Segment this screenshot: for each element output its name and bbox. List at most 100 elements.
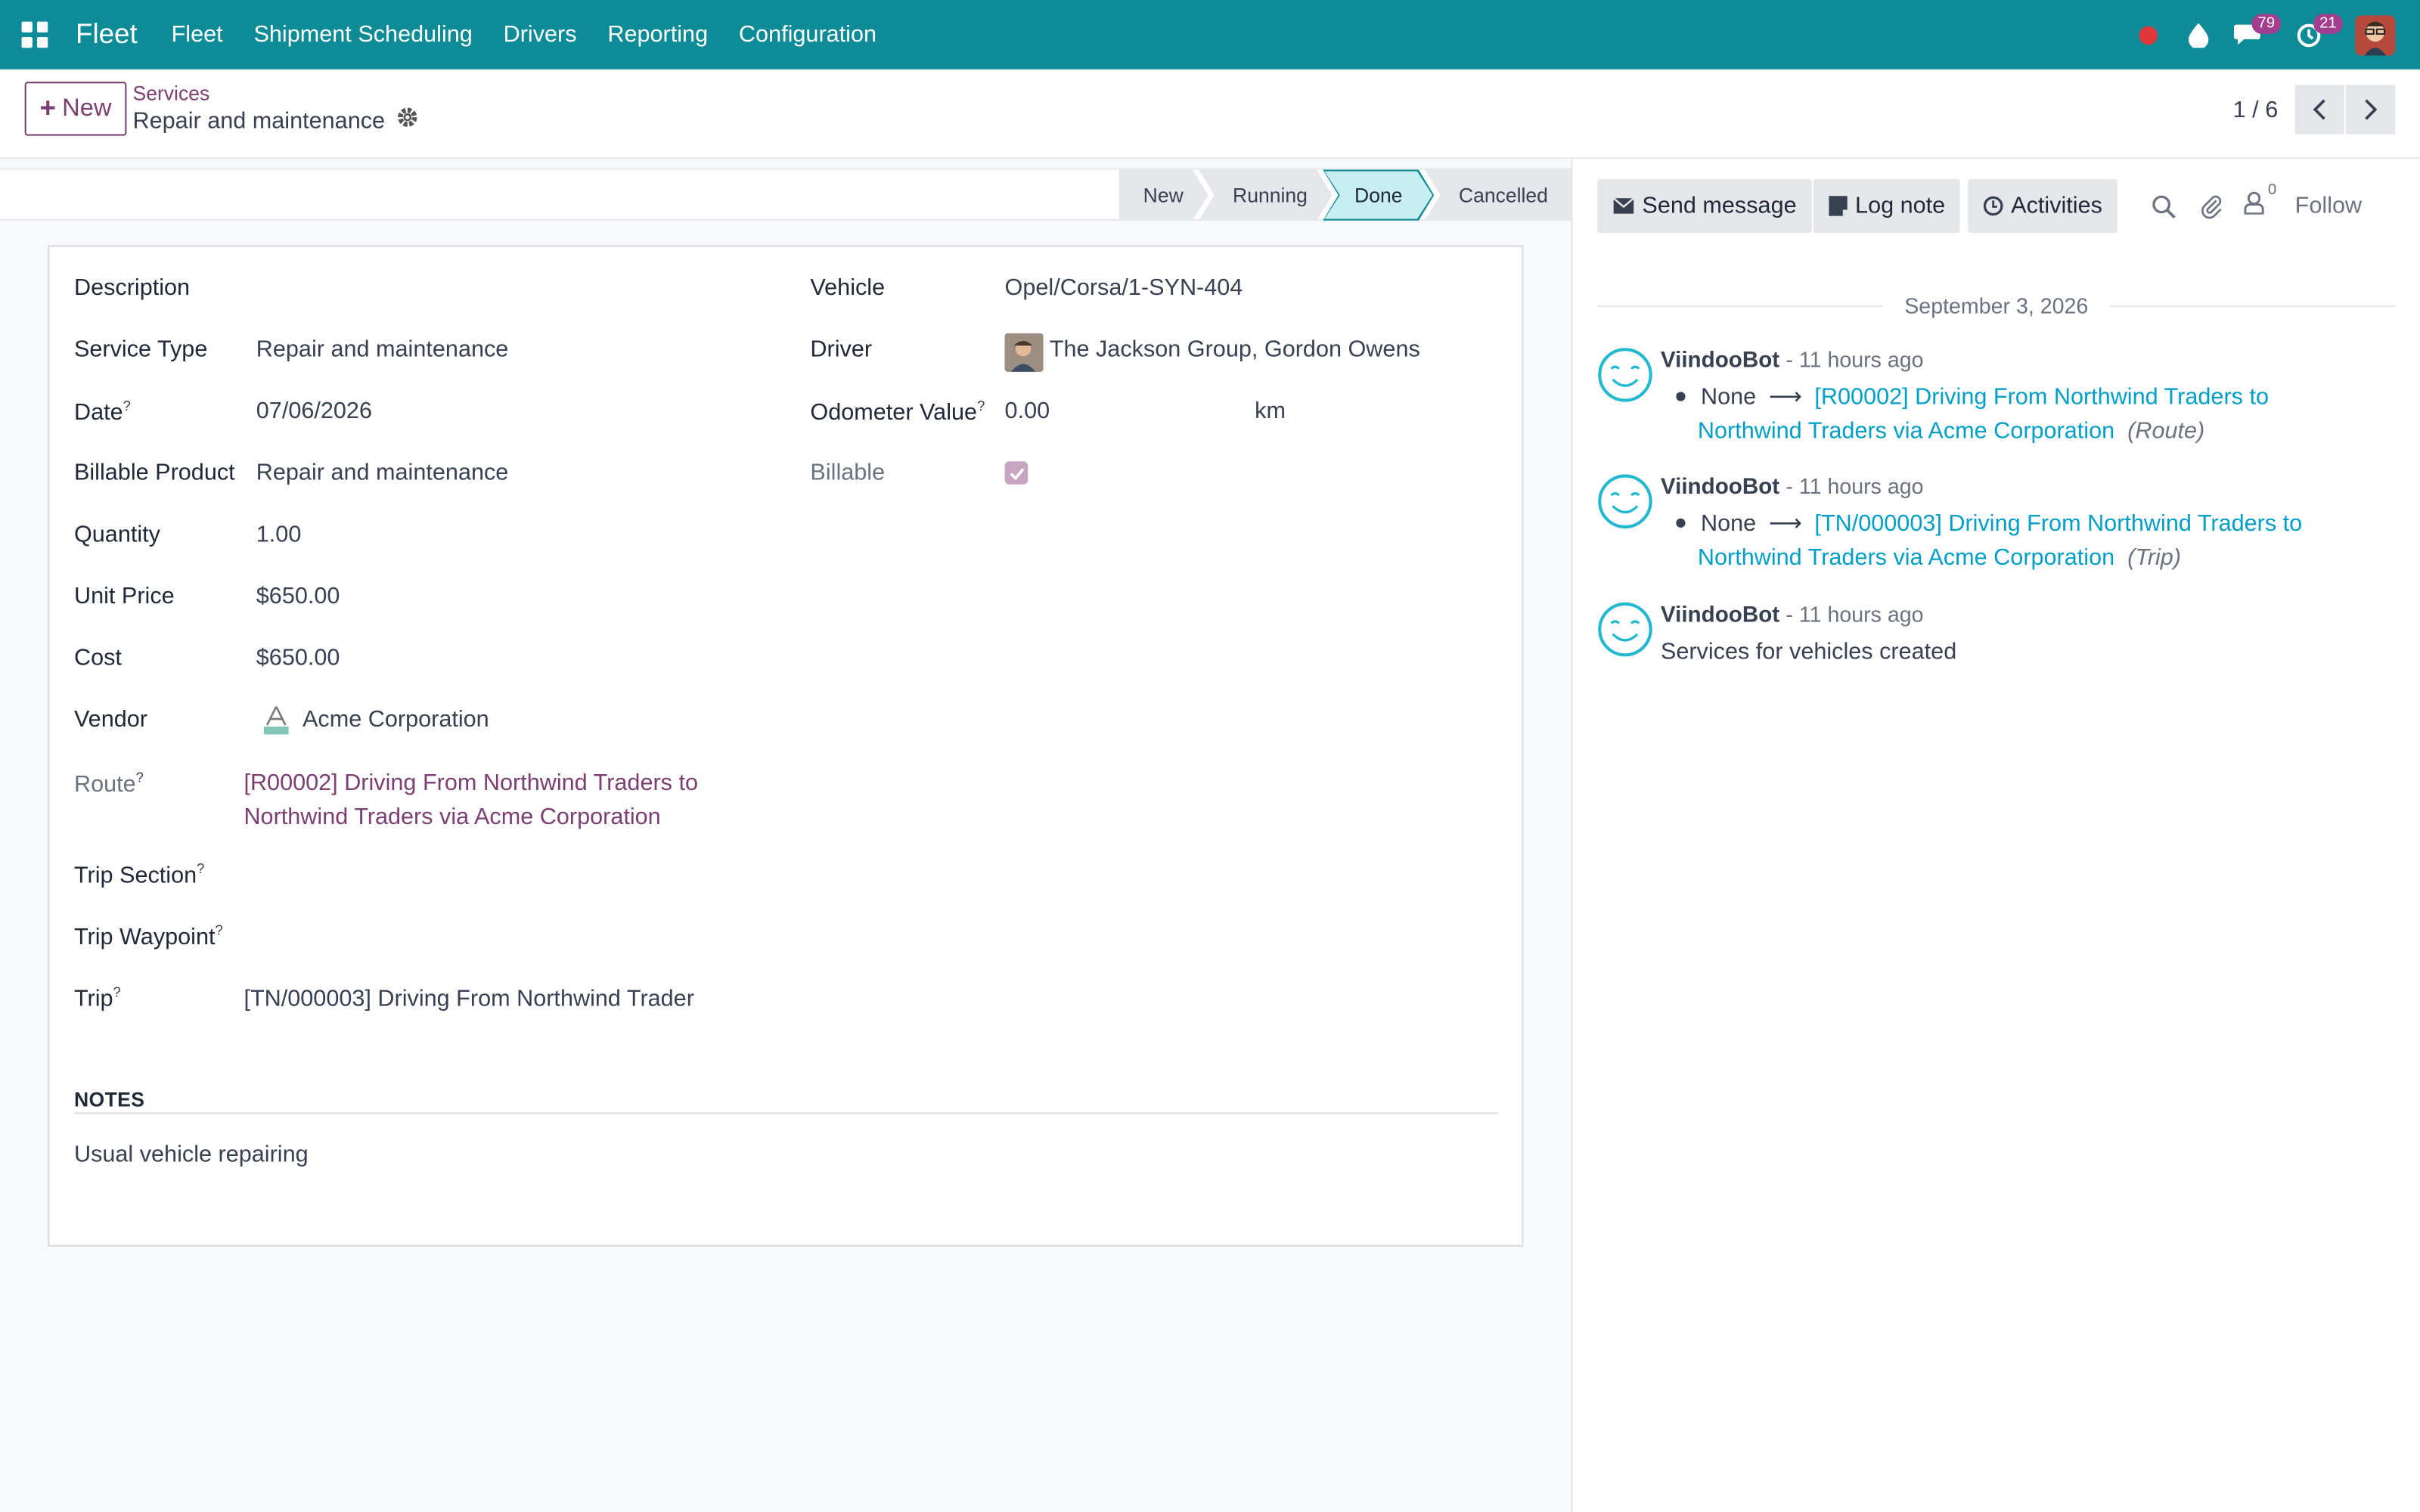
- service-type-field[interactable]: Repair and maintenance: [256, 336, 509, 363]
- help-tooltip-icon[interactable]: ?: [136, 770, 144, 785]
- help-tooltip-icon[interactable]: ?: [197, 861, 204, 876]
- tracking-new-value-link[interactable]: [R00002] Driving From Northwind Traders …: [1814, 384, 2269, 411]
- top-navbar: Fleet Fleet Shipment Scheduling Drivers …: [0, 0, 2420, 70]
- activities-icon[interactable]: 21: [2284, 0, 2343, 70]
- menu-drivers[interactable]: Drivers: [488, 22, 592, 48]
- note-icon: [1829, 196, 1848, 216]
- paperclip-icon[interactable]: [2201, 194, 2223, 218]
- status-bar: New Running Done Cancelled: [0, 168, 1573, 221]
- help-tooltip-icon[interactable]: ?: [977, 398, 985, 414]
- cost-field[interactable]: $650.00: [256, 645, 340, 671]
- arrow-right-icon: ⟶: [1768, 510, 1802, 538]
- activities-button[interactable]: Activities: [1968, 178, 2118, 234]
- log-note-button[interactable]: Log note: [1813, 178, 1961, 234]
- new-button[interactable]: + New: [24, 82, 127, 136]
- notes-text[interactable]: Usual vehicle repairing: [74, 1142, 309, 1168]
- new-button-label: New: [62, 94, 112, 122]
- chatter-message: ViindooBot - 11 hours ago None ⟶ [TN/000…: [1597, 474, 2395, 582]
- tracking-field-name: (Trip): [2127, 544, 2182, 572]
- messages-icon[interactable]: 79: [2223, 0, 2282, 70]
- tracking-new-value-link-line2[interactable]: Northwind Traders via Acme Corporation: [1698, 418, 2114, 445]
- stage-cancelled[interactable]: Cancelled: [1425, 169, 1573, 221]
- billable-product-field[interactable]: Repair and maintenance: [256, 460, 509, 486]
- help-tooltip-icon[interactable]: ?: [216, 922, 223, 937]
- water-drop-icon[interactable]: [2173, 0, 2222, 70]
- menu-fleet[interactable]: Fleet: [156, 22, 238, 48]
- message-time: - 11 hours ago: [1786, 473, 1924, 499]
- help-tooltip-icon[interactable]: ?: [113, 984, 121, 999]
- stage-done[interactable]: Done: [1323, 169, 1434, 220]
- activities-label: Activities: [2011, 193, 2102, 219]
- pager-previous-button[interactable]: [2294, 85, 2344, 135]
- arrow-right-icon: ⟶: [1768, 384, 1802, 411]
- date-label: Date?: [74, 398, 131, 426]
- checkmark-icon: [1009, 467, 1024, 479]
- message-body: None ⟶ [R00002] Driving From Northwind T…: [1661, 381, 2340, 449]
- form-view: New Running Done Cancelled Description S…: [0, 159, 1573, 1512]
- trip-label: Trip?: [74, 984, 121, 1012]
- bot-avatar-icon[interactable]: [1597, 474, 1652, 529]
- quantity-field[interactable]: 1.00: [256, 522, 302, 548]
- help-tooltip-icon[interactable]: ?: [123, 398, 131, 414]
- unit-price-field[interactable]: $650.00: [256, 583, 340, 609]
- pager-next-button[interactable]: [2346, 85, 2396, 135]
- billable-label: Billable: [810, 460, 886, 486]
- chatter-tools: 0 Follow: [2152, 179, 2362, 233]
- menu-shipment-scheduling[interactable]: Shipment Scheduling: [238, 22, 488, 48]
- notes-divider: [73, 1112, 1499, 1114]
- stage-new[interactable]: New: [1118, 169, 1208, 220]
- user-avatar[interactable]: [2355, 14, 2396, 55]
- message-body: Services for vehicles created: [1660, 638, 1957, 665]
- vendor-label: Vendor: [73, 706, 147, 733]
- pager-value[interactable]: 1 / 6: [2233, 97, 2279, 123]
- driver-field[interactable]: The Jackson Group, Gordon Owens: [1050, 336, 1420, 363]
- send-message-button[interactable]: Send message: [1597, 178, 1813, 234]
- description-label: Description: [73, 274, 191, 301]
- bot-avatar-icon[interactable]: [1597, 347, 1652, 402]
- odometer-unit[interactable]: km: [1255, 398, 1286, 425]
- route-label: Route?: [74, 770, 144, 798]
- odometer-field[interactable]: 0.00: [1005, 398, 1050, 425]
- billable-checkbox[interactable]: [1004, 461, 1028, 485]
- bot-avatar-icon[interactable]: [1597, 602, 1652, 657]
- gear-icon[interactable]: [397, 107, 419, 135]
- unit-price-label: Unit Price: [73, 583, 175, 610]
- driver-avatar[interactable]: [1004, 333, 1044, 372]
- menu-configuration[interactable]: Configuration: [724, 22, 892, 48]
- menu-reporting[interactable]: Reporting: [592, 22, 724, 48]
- stage-done-label: Done: [1324, 172, 1432, 219]
- control-panel: + New Services Repair and maintenance 1 …: [0, 69, 2420, 160]
- presence-status-icon[interactable]: [2124, 0, 2173, 70]
- messages-badge: 79: [2251, 14, 2282, 34]
- tracking-new-value-link-line2[interactable]: Northwind Traders via Acme Corporation: [1698, 544, 2114, 571]
- tracking-old-value: None: [1700, 510, 1757, 538]
- date-label-text: Date: [73, 399, 123, 426]
- driver-label: Driver: [810, 336, 873, 363]
- followers-button[interactable]: 0: [2244, 182, 2276, 221]
- lock-user-icon: [2244, 191, 2264, 215]
- apps-menu-icon[interactable]: [0, 0, 68, 70]
- vehicle-field[interactable]: Opel/Corsa/1-SYN-404: [1005, 274, 1243, 301]
- search-icon[interactable]: [2152, 194, 2176, 218]
- follow-button[interactable]: Follow: [2295, 193, 2362, 219]
- route-link-line2: Northwind Traders via Acme Corporation: [244, 804, 661, 830]
- message-author-name[interactable]: ViindooBot: [1661, 349, 1779, 373]
- date-field[interactable]: 07/06/2026: [256, 398, 372, 425]
- odometer-label-text: Odometer Value: [810, 399, 978, 426]
- vendor-field[interactable]: Acme Corporation: [302, 707, 489, 733]
- message-author: ViindooBot - 11 hours ago: [1661, 347, 1924, 373]
- notes-tab-heading[interactable]: NOTES: [74, 1088, 144, 1111]
- breadcrumb-services[interactable]: Services: [133, 82, 210, 105]
- trip-waypoint-label-text: Trip Waypoint: [73, 924, 216, 951]
- chatter-message: ViindooBot - 11 hours ago Services for v…: [1597, 602, 2395, 679]
- stage-running[interactable]: Running: [1199, 169, 1332, 220]
- envelope-icon: [1612, 197, 1634, 214]
- chevron-left-icon: [2313, 99, 2325, 120]
- app-brand[interactable]: Fleet: [76, 18, 138, 51]
- tracking-new-value-link[interactable]: [TN/000003] Driving From Northwind Trade…: [1814, 511, 2302, 538]
- message-author-name[interactable]: ViindooBot: [1661, 603, 1779, 628]
- trip-field[interactable]: [TN/000003] Driving From Northwind Trade…: [244, 986, 693, 1012]
- route-link[interactable]: [R00002] Driving From Northwind Traders …: [244, 767, 698, 835]
- message-author-name[interactable]: ViindooBot: [1661, 476, 1779, 500]
- date-separator: September 3, 2026: [1597, 290, 2396, 321]
